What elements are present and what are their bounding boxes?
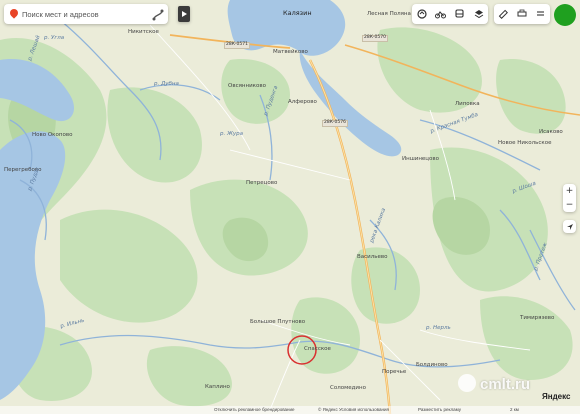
watermark-text: cmlt.ru (480, 376, 531, 393)
search-box[interactable]: Поиск мест и адресов (4, 4, 168, 24)
river-label-nerl: р. Нерль (426, 325, 451, 331)
road-sign-2: 28К-0570 (362, 35, 388, 42)
road-sign-3: 28К-0576 (322, 120, 348, 127)
village-label-vasilevo: Васильево (357, 254, 388, 260)
tools-toolbar (494, 4, 550, 24)
road-sign-1: 28К-0571 (224, 42, 250, 49)
ruler-icon[interactable] (496, 7, 510, 21)
village-label-poreche: Поречье (382, 369, 407, 375)
village-label-boldinovo: Болдиново (416, 362, 448, 368)
village-label-petretsovo: Петрецово (246, 180, 278, 186)
layers-icon[interactable] (472, 7, 486, 21)
minus-icon[interactable]: − (566, 200, 574, 210)
layers-toolbar (412, 4, 488, 24)
footer-disclaimer-link[interactable]: Отключить рекламное брендирование (214, 407, 295, 412)
profile-avatar[interactable] (554, 4, 576, 26)
bike-icon[interactable] (434, 7, 448, 21)
routes-icon[interactable] (150, 7, 166, 23)
village-label-kaplino: Каплино (205, 384, 230, 390)
village-label-novo-nikolskoe: Новое Никольское (498, 140, 552, 146)
river-label-ugla: р. Угла (44, 35, 65, 41)
footer-scale: 2 км (510, 407, 519, 412)
village-label-nikitskoe: Никитское (128, 29, 159, 35)
plus-icon[interactable]: + (566, 186, 574, 196)
village-label-inshinetsovo: Иншинецово (402, 156, 440, 162)
print-icon[interactable] (515, 7, 529, 21)
footer-advertise-link[interactable]: Разместить рекламу (418, 407, 461, 412)
map-pin-icon (10, 9, 18, 19)
village-label-novo-skopovo: Ново Окопово (32, 132, 73, 138)
play-icon[interactable] (178, 6, 190, 22)
menu-icon[interactable] (534, 7, 548, 21)
map-footer: Отключить рекламное брендирование © Янде… (0, 406, 580, 414)
village-label-timiryazevo: Тимирязево (520, 315, 555, 321)
map-canvas[interactable] (0, 0, 580, 414)
town-label-kalyazin: Калязин (283, 9, 312, 17)
village-label-isakovo: Исаково (539, 129, 563, 135)
river-label-zhura: р. Жура (220, 131, 244, 137)
river-label-dubna: р. Дубна (154, 81, 179, 87)
village-label-matveikovo: Матвейково (273, 49, 308, 55)
search-input[interactable]: Поиск мест и адресов (22, 10, 99, 19)
footer-terms-link[interactable]: © Яндекс Условия использования (318, 407, 389, 412)
village-label-alferovo: Алферово (288, 99, 317, 105)
village-label-bolshoe-plutnovo: Большое Плутново (250, 319, 306, 325)
watermark-logo-icon (458, 374, 476, 392)
zoom-controls: + − (563, 184, 576, 212)
locate-arrow-icon[interactable] (563, 220, 576, 233)
village-label-lesnaya-polyana: Лесная Поляна (367, 11, 411, 17)
village-label-lipovka: Липовка (455, 101, 480, 107)
bus-icon[interactable] (453, 7, 467, 21)
village-label-ovsyannikovo: Овсянниково (228, 83, 266, 89)
traffic-icon[interactable] (415, 7, 429, 21)
yandex-logo: Яндекс (542, 392, 571, 401)
village-label-spasskoe: Спасское (304, 346, 331, 352)
village-label-solomedino: Соломедино (330, 385, 366, 391)
